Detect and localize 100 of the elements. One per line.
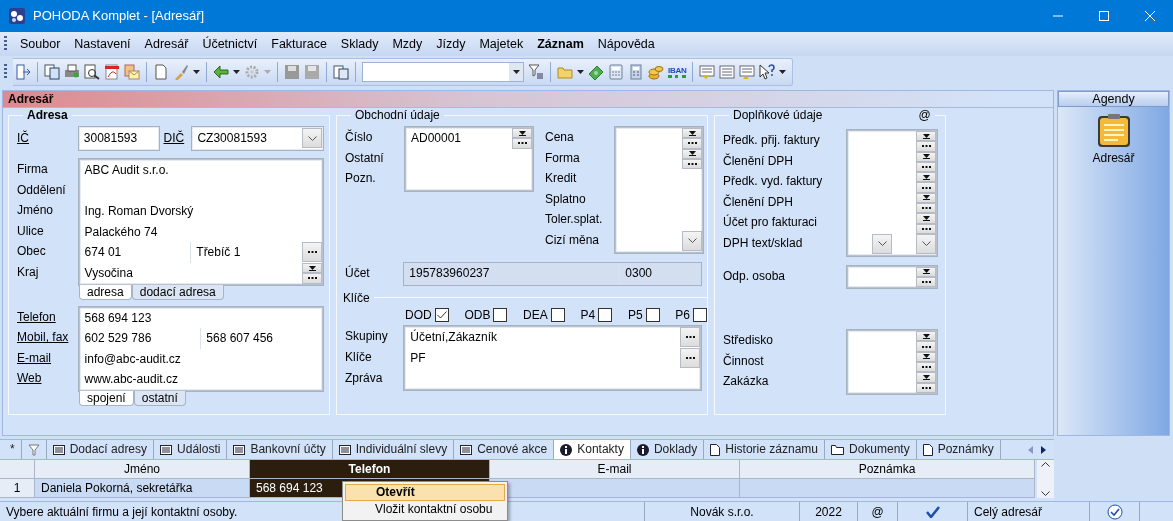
more-button[interactable] [916,182,936,193]
tab[interactable]: Bankovní účty [227,440,333,459]
field-label[interactable]: IČ [17,131,29,146]
dropdown-button[interactable] [682,128,702,139]
more-button[interactable] [916,203,936,214]
column-header[interactable]: E-mail [490,460,740,479]
field-box[interactable] [615,127,703,253]
dropdown-button[interactable] [916,266,936,277]
column-header[interactable]: Poznámka [740,460,1035,479]
scrollbar[interactable] [1037,460,1054,498]
clipboard-icon[interactable] [1095,113,1132,149]
menu-item[interactable]: Mzdy [385,36,430,52]
field-label[interactable]: Web [17,371,42,386]
more-button[interactable] [680,327,700,348]
checkbox[interactable] [434,308,449,323]
column-header[interactable]: Jméno [35,460,250,479]
panel-header[interactable]: Agendy [1058,91,1169,107]
dropdown-button[interactable] [682,148,702,159]
tab[interactable]: Individuální slevy [332,440,455,459]
more-button[interactable] [916,276,936,288]
maximize-icon[interactable] [1099,11,1109,21]
tab[interactable]: Dokumenty [825,440,917,459]
checkbox[interactable] [550,308,565,323]
dropdown-button[interactable] [512,128,532,139]
menu-item[interactable]: Adresář [137,36,196,52]
clipboard-icon[interactable] [333,64,349,80]
checkbox[interactable] [598,308,613,323]
dropdown-button[interactable] [916,131,936,142]
field-label[interactable]: E-mail [17,350,51,365]
close-icon[interactable] [1145,11,1155,21]
more-button[interactable] [916,223,936,234]
field-box[interactable] [847,330,937,394]
menu-item[interactable]: Záznam [530,36,591,52]
more-button[interactable] [916,362,936,373]
dropdown-button[interactable] [916,213,936,224]
chevron-up-icon[interactable] [1041,462,1050,467]
menu-item[interactable]: Nastavení [67,36,138,52]
checkbox[interactable] [692,308,707,323]
calculator-icon[interactable] [628,64,644,80]
menu-item[interactable]: Účetnictví [195,36,265,52]
input-field[interactable]: CZ30081593 [192,127,323,150]
field-label[interactable]: Mobil, fax [17,330,69,345]
tab[interactable]: Historie záznamu [704,440,825,459]
chevron-down-icon[interactable] [1041,491,1050,496]
menu-item[interactable]: Vložit kontaktní osobu [345,501,505,518]
more-button[interactable] [302,273,322,284]
pdf-icon[interactable] [104,64,120,80]
dropdown-field[interactable] [362,62,524,82]
help-cursor-icon[interactable] [759,64,776,80]
tab[interactable]: Doklady [630,440,705,459]
dropdown-button[interactable] [302,262,322,274]
more-button[interactable] [302,242,322,263]
menu-item[interactable]: Nápověda [590,36,662,52]
menu-item[interactable]: Sklady [333,36,386,52]
menu-item[interactable]: Jízdy [429,36,473,52]
tab[interactable]: Kontakty [554,440,631,459]
filter-icon[interactable] [528,64,544,80]
banknote-icon[interactable] [588,64,604,80]
tab[interactable]: * [4,440,22,459]
column-header[interactable]: Telefon [250,460,490,479]
scroll-right-icon[interactable] [1041,445,1046,454]
more-button[interactable] [682,158,702,170]
copy-icon[interactable] [44,64,60,80]
coins-icon[interactable] [648,64,664,80]
menu-item[interactable]: Otevřít [345,484,505,501]
dropdown-button[interactable] [916,331,936,342]
door-arrow-icon[interactable] [15,64,31,80]
menu-item[interactable]: Soubor [13,36,68,52]
tab[interactable]: Dodací adresy [46,440,155,459]
checkbox[interactable] [493,308,508,323]
field-box[interactable]: AD00001 [405,127,533,191]
envelope-icon[interactable] [124,64,140,80]
more-button[interactable] [916,341,936,352]
more-button[interactable] [680,347,700,368]
tab[interactable]: Poznámky [916,440,1001,459]
more-button[interactable] [916,161,936,173]
new-document-icon[interactable] [153,64,169,80]
menu-item[interactable]: Majetek [472,36,531,52]
print-preview-icon[interactable] [84,64,100,80]
dropdown-button[interactable] [916,172,936,183]
check-circle-icon[interactable] [1106,504,1123,520]
more-button[interactable] [512,138,532,149]
agenda-label[interactable]: Adresář [1092,151,1135,166]
dropdown-button[interactable] [916,151,936,162]
input-field[interactable]: 30081593 [78,127,159,150]
dropdown-button[interactable] [916,192,936,204]
tab[interactable]: Události [154,440,228,459]
field-box[interactable] [847,130,937,256]
checkbox[interactable] [645,308,660,323]
field-box[interactable] [847,265,937,289]
dropdown-button[interactable] [916,372,936,383]
more-button[interactable] [916,141,936,152]
field-label[interactable]: Telefon [17,309,56,324]
dropdown-button[interactable] [916,351,936,363]
field-label[interactable]: DIČ [163,131,185,146]
more-button[interactable] [682,138,702,149]
back-arrow-icon[interactable] [213,64,229,80]
more-button[interactable] [916,382,936,393]
list-icon[interactable] [719,64,736,80]
field-box[interactable]: Účetní,Zákazník PF [404,326,701,391]
